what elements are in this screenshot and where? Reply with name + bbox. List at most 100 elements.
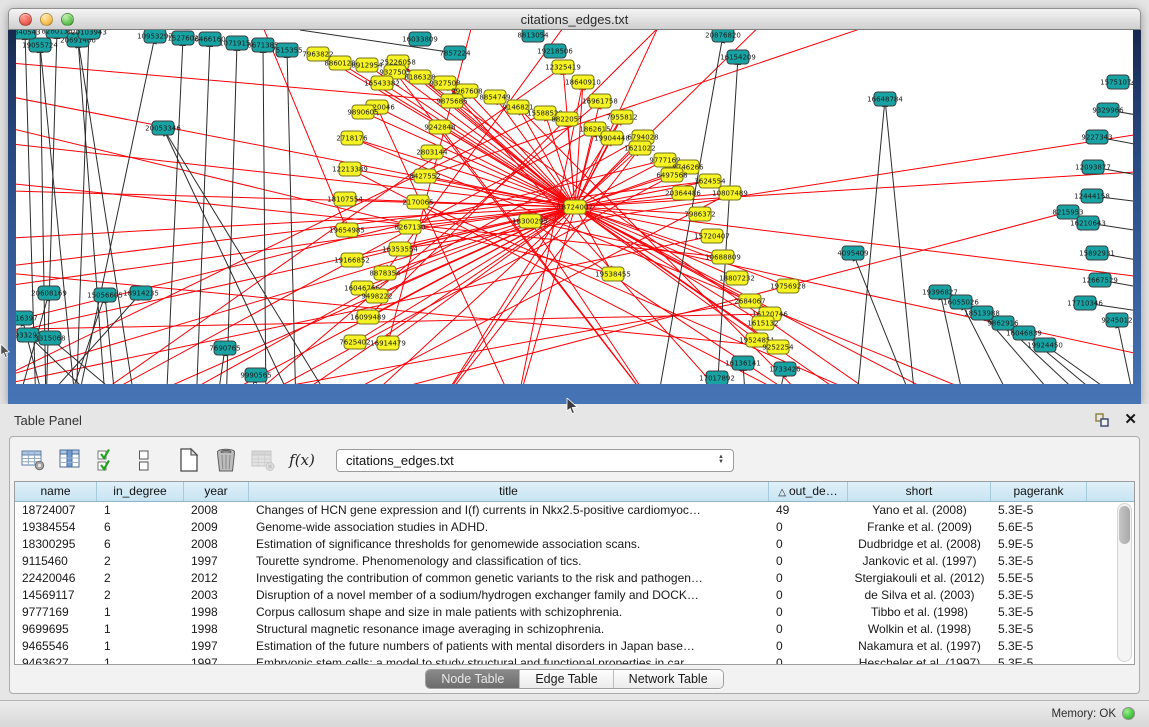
network-view-canvas[interactable]: 1872400779638228860128891295425226058932… [16, 30, 1133, 384]
graph-node-16136141[interactable]: 16136141 [725, 356, 761, 370]
graph-node-9245012[interactable]: 9245012 [1101, 313, 1132, 327]
column-header-title[interactable]: title [249, 482, 769, 501]
graph-node-19055724[interactable]: 19055724 [22, 38, 58, 52]
graph-node-15720407[interactable]: 15720407 [694, 229, 730, 243]
graph-node-8427552[interactable]: 8427552 [409, 169, 440, 183]
graph-node-12093877[interactable]: 12093877 [1075, 160, 1111, 174]
graph-node-9227343[interactable]: 9227343 [1081, 130, 1112, 144]
apply-function-button[interactable]: f(x) [285, 445, 319, 475]
column-management-button[interactable] [18, 445, 48, 475]
tab-node-table[interactable]: Node Table [426, 670, 520, 688]
column-header-out-de-[interactable]: △out_de… [769, 482, 848, 501]
memory-status-indicator[interactable] [1122, 707, 1135, 720]
graph-node-7955812[interactable]: 7955812 [606, 110, 637, 124]
citation-edge-red[interactable] [418, 202, 896, 384]
citation-edge-red[interactable] [16, 207, 575, 290]
graph-node-12667529[interactable]: 12667529 [1082, 273, 1118, 287]
citation-edge-black[interactable] [856, 99, 885, 384]
citation-edge-black[interactable] [1045, 345, 1133, 384]
graph-node-16033809[interactable]: 16033809 [402, 32, 438, 46]
graph-node-16914479[interactable]: 16914479 [370, 336, 406, 350]
graph-node-1615132[interactable]: 1615132 [747, 316, 778, 330]
column-header-in-degree[interactable]: in_degree [97, 482, 184, 501]
graph-node-8822057[interactable]: 8822057 [551, 112, 582, 126]
graph-node-7515355[interactable]: 7515355 [271, 43, 302, 57]
graph-node-17710346[interactable]: 17710346 [1067, 296, 1103, 310]
graph-node-8267130[interactable]: 8267130 [394, 220, 425, 234]
column-header-name[interactable]: name [15, 482, 97, 501]
close-panel-icon[interactable]: ✕ [1124, 412, 1137, 428]
graph-node-8813054[interactable]: 8813054 [517, 30, 549, 42]
citation-edge-black[interactable] [166, 38, 183, 384]
citation-edge-black[interactable] [105, 295, 116, 384]
graph-node-12213389[interactable]: 12213389 [332, 162, 368, 176]
citation-edge-black[interactable] [76, 32, 89, 384]
graph-node-7690765[interactable]: 7690765 [209, 341, 240, 355]
table-row[interactable]: 946362711997Embryonic stem cells: a mode… [15, 655, 1134, 665]
graph-node-15751074[interactable]: 15751074 [1100, 75, 1133, 89]
graph-node-9875685[interactable]: 9875685 [436, 94, 467, 108]
table-row[interactable]: 911546021997Tourette syndrome. Phenomeno… [15, 553, 1134, 570]
graph-node-18640910[interactable]: 18640910 [565, 75, 601, 89]
graph-node-16961758[interactable]: 16961758 [582, 94, 618, 108]
graph-node-1621022[interactable]: 1621022 [624, 141, 655, 155]
delete-table-button-disabled[interactable] [248, 445, 278, 475]
table-row[interactable]: 1872400712008Changes of HCN gene express… [15, 502, 1134, 519]
table-row[interactable]: 969969511998Structural magnetic resonanc… [15, 621, 1134, 638]
graph-node-9329966[interactable]: 9329966 [1092, 103, 1124, 117]
graph-node-7986372[interactable]: 7986372 [684, 207, 715, 221]
window-titlebar[interactable]: citations_edges.txt [8, 8, 1141, 30]
graph-node-1733426[interactable]: 1733426 [769, 362, 801, 376]
tab-edge-table[interactable]: Edge Table [520, 670, 613, 688]
citation-edge-black[interactable] [226, 43, 237, 384]
citation-edge-red[interactable] [398, 62, 896, 384]
tab-network-table[interactable]: Network Table [614, 670, 723, 688]
graph-node-10688809[interactable]: 10688809 [705, 250, 741, 264]
graph-node-18914235[interactable]: 18914235 [123, 286, 159, 300]
graph-node-6497568[interactable]: 6497568 [656, 168, 687, 182]
citation-edge-black[interactable] [263, 45, 266, 384]
table-row[interactable]: 2242004622012Investigating the contribut… [15, 570, 1134, 587]
table-row[interactable]: 977716911998Corpus callosum shape and si… [15, 604, 1134, 621]
delete-column-button[interactable] [211, 445, 241, 475]
graph-node-8912954[interactable]: 8912954 [351, 58, 383, 72]
graph-node-2684067[interactable]: 2684067 [734, 294, 765, 308]
scrollbar-thumb[interactable] [1119, 506, 1130, 544]
select-all-rows-button[interactable] [92, 445, 122, 475]
column-header-year[interactable]: year [184, 482, 249, 501]
graph-node-16353554[interactable]: 16353554 [382, 242, 418, 256]
graph-node-16154209[interactable]: 16154209 [720, 50, 756, 64]
graph-node-7625402[interactable]: 7625402 [339, 335, 370, 349]
graph-node-20876820[interactable]: 20876820 [705, 30, 741, 42]
graph-node-9242848[interactable]: 9242848 [424, 120, 455, 134]
table-row[interactable]: 946554611997Estimation of the future num… [15, 638, 1134, 655]
table-row[interactable]: 1456911722003Disruption of a novel membe… [15, 587, 1134, 604]
table-select-dropdown[interactable]: citations_edges.txt ▲▼ [336, 449, 734, 472]
table-row[interactable]: 1938455462009Genome-wide association stu… [15, 519, 1134, 536]
new-column-button[interactable] [174, 445, 204, 475]
graph-node-19538455[interactable]: 19538455 [595, 267, 631, 281]
citation-edge-red[interactable] [236, 101, 600, 384]
citation-edge-black[interactable] [196, 39, 210, 384]
graph-node-19166852[interactable]: 19166852 [334, 253, 370, 267]
citation-edge-black[interactable] [76, 36, 155, 384]
graph-node-12325419[interactable]: 12325419 [545, 60, 581, 74]
float-panel-icon[interactable] [1094, 412, 1110, 428]
graph-node-9890605[interactable]: 9890605 [347, 105, 378, 119]
citation-network-graph[interactable]: 1872400779638228860128891295425226058932… [16, 30, 1133, 384]
graph-node-9316397[interactable]: 9316397 [16, 311, 38, 325]
table-row[interactable]: 1830029562008Estimation of significance … [15, 536, 1134, 553]
citation-edge-black[interactable] [885, 99, 916, 384]
graph-node-20608169[interactable]: 20608169 [31, 286, 67, 300]
citation-edge-red[interactable] [575, 207, 763, 323]
graph-node-20053346[interactable]: 20053346 [145, 121, 181, 135]
select-column-button[interactable] [55, 445, 85, 475]
graph-node-15892931[interactable]: 15892931 [1079, 246, 1115, 260]
graph-node-8878354[interactable]: 8878354 [369, 266, 401, 280]
graph-node-2170065[interactable]: 2170065 [402, 195, 433, 209]
column-header-short[interactable]: short [848, 482, 991, 501]
graph-node-9498222[interactable]: 9498222 [361, 289, 392, 303]
graph-node-9990565[interactable]: 9990565 [240, 368, 271, 382]
graph-node-12444158[interactable]: 12444158 [1074, 189, 1110, 203]
table-vertical-scrollbar[interactable] [1117, 503, 1132, 662]
